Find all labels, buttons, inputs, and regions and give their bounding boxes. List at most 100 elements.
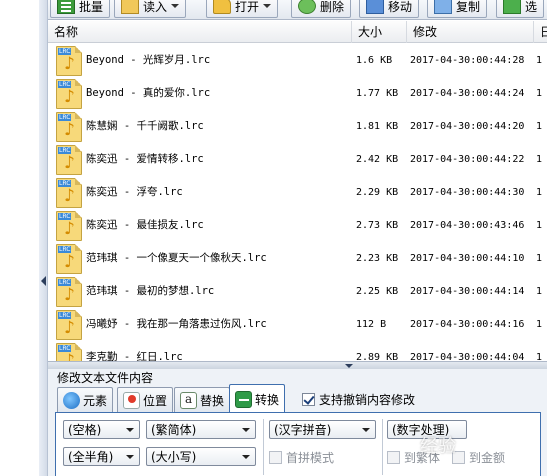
- file-name: 范玮琪 - 一个像夏天一个像秋天.lrc: [86, 252, 267, 264]
- file-name: 陈慧娴 - 千千阙歌.lrc: [86, 120, 204, 132]
- chevron-down-icon: [242, 454, 250, 459]
- panel-splitter[interactable]: [48, 361, 547, 369]
- tab-position[interactable]: 位置: [117, 387, 174, 412]
- panel-title: 修改文本文件内容: [57, 371, 154, 385]
- file-size: 112 B: [356, 319, 387, 330]
- file-name: Beyond - 真的爱你.lrc: [86, 87, 211, 99]
- file-modified: 2017-04-30:00:44:04: [410, 352, 525, 361]
- file-size: 1.77 KB: [356, 88, 399, 99]
- copy-button[interactable]: 复制: [427, 0, 488, 18]
- file-list[interactable]: 名称 大小 修改 日 LRC ♪ Beyond - 光辉岁月.lrc 1.6 KB…: [48, 21, 547, 361]
- pinyin-initial-checkbox[interactable]: [269, 451, 282, 464]
- recycle-icon: [298, 0, 316, 14]
- file-size: 2.23 KB: [356, 253, 399, 264]
- chevron-down-icon: [126, 454, 134, 459]
- file-name: 冯曦妤 - 我在那一角落患过伤风.lrc: [86, 318, 267, 330]
- copy-label: 复制: [456, 0, 481, 14]
- file-modified: 2017-04-30:00:44:28: [410, 55, 525, 66]
- open-label: 打开: [235, 0, 260, 14]
- toolbar: 批量 读入 打开 删除 移动 复制 选: [48, 0, 547, 20]
- tab-label: 元素: [83, 393, 108, 408]
- music-note-icon: ♪: [64, 153, 75, 173]
- music-note-icon: ♪: [64, 120, 75, 140]
- column-header-name[interactable]: 名称: [48, 21, 352, 43]
- collapse-left-arrow-icon[interactable]: [41, 276, 46, 286]
- file-size: 1.81 KB: [356, 121, 399, 132]
- table-row[interactable]: LRC ♪ 陈奕迅 - 爱情转移.lrc 2.42 KB 2017-04-30:0…: [48, 143, 547, 176]
- move-label: 移动: [388, 0, 413, 14]
- file-modified: 2017-04-30:00:44:30: [410, 187, 525, 198]
- support-undo-checkbox[interactable]: [302, 393, 315, 406]
- file-size: 2.73 KB: [356, 220, 399, 231]
- file-rows: LRC ♪ Beyond - 光辉岁月.lrc 1.6 KB 2017-04-30…: [48, 44, 547, 361]
- move-button[interactable]: 移动: [359, 0, 420, 18]
- pinyin-initial-option[interactable]: 首拼模式: [269, 449, 334, 466]
- delete-button[interactable]: 删除: [291, 0, 352, 18]
- watermark: 经验: [420, 436, 456, 457]
- file-size: 2.89 KB: [356, 352, 399, 361]
- file-size: 2.29 KB: [356, 187, 399, 198]
- table-row[interactable]: LRC ♪ 陈慧娴 - 千千阙歌.lrc 1.81 KB 2017-04-30:0…: [48, 110, 547, 143]
- table-row[interactable]: LRC ♪ 李克勤 - 红日.lrc 2.89 KB 2017-04-30:00:…: [48, 341, 547, 361]
- list-icon: [57, 0, 75, 14]
- convert-icon: [235, 390, 252, 408]
- tab-label: 位置: [143, 393, 168, 408]
- tab-replace[interactable]: 替换: [174, 387, 231, 412]
- side-collapse-handle[interactable]: [39, 0, 48, 476]
- pinyin-dropdown[interactable]: (汉字拼音): [269, 420, 376, 439]
- globe-icon: [63, 391, 80, 409]
- lrc-file-icon: LRC ♪: [56, 79, 82, 109]
- lrc-file-icon: LRC ♪: [56, 178, 82, 208]
- case-dropdown-value: (大小写): [151, 450, 197, 464]
- file-size: 2.25 KB: [356, 286, 399, 297]
- fullhalf-dropdown[interactable]: (全半角): [63, 447, 140, 466]
- import-button[interactable]: 读入: [114, 0, 187, 18]
- column-header-size[interactable]: 大小: [352, 21, 407, 43]
- select-button[interactable]: 选: [496, 0, 545, 18]
- chevron-down-icon: [126, 427, 134, 432]
- file-attr: 1: [536, 253, 543, 264]
- to-traditional-checkbox[interactable]: [387, 451, 400, 464]
- column-header-attr[interactable]: 日: [534, 21, 547, 43]
- file-size: 2.42 KB: [356, 154, 399, 165]
- table-row[interactable]: LRC ♪ 范玮琪 - 一个像夏天一个像秋天.lrc 2.23 KB 2017-0…: [48, 242, 547, 275]
- file-name: 范玮琪 - 最初的梦想.lrc: [86, 285, 215, 297]
- table-row[interactable]: LRC ♪ 范玮琪 - 最初的梦想.lrc 2.25 KB 2017-04-30:…: [48, 275, 547, 308]
- file-attr: 1: [536, 286, 543, 297]
- support-undo-option[interactable]: 支持撤销内容修改: [302, 391, 415, 408]
- file-attr: 1: [536, 187, 543, 198]
- simp-trad-dropdown[interactable]: (繁简体): [146, 420, 256, 439]
- lrc-file-icon: LRC ♪: [56, 343, 82, 361]
- to-amount-label: 到金额: [469, 451, 506, 465]
- chevron-down-icon: [263, 4, 272, 8]
- lrc-file-icon: LRC ♪: [56, 112, 82, 142]
- open-button[interactable]: 打开: [206, 0, 279, 18]
- list-header: 名称 大小 修改 日: [48, 21, 547, 43]
- table-row[interactable]: LRC ♪ Beyond - 真的爱你.lrc 1.77 KB 2017-04-3…: [48, 77, 547, 110]
- pinyin-initial-label: 首拼模式: [286, 451, 335, 465]
- collapse-down-arrow-icon[interactable]: [345, 364, 353, 368]
- convert-tab-body: (空格) (繁简体) (汉字拼音) (数字处理) (全半角) (大小写) 首拼模…: [55, 412, 541, 476]
- to-amount-option[interactable]: 到金额: [452, 449, 505, 466]
- support-undo-label: 支持撤销内容修改: [319, 393, 416, 407]
- table-row[interactable]: LRC ♪ Beyond - 光辉岁月.lrc 1.6 KB 2017-04-30…: [48, 44, 547, 77]
- file-name: 陈奕迅 - 浮夸.lrc: [86, 186, 183, 198]
- space-dropdown[interactable]: (空格): [63, 420, 140, 439]
- column-header-modified[interactable]: 修改: [407, 21, 534, 43]
- tab-element[interactable]: 元素: [57, 387, 114, 412]
- file-modified: 2017-04-30:00:44:14: [410, 286, 525, 297]
- file-attr: 1: [536, 55, 543, 66]
- case-dropdown[interactable]: (大小写): [146, 447, 256, 466]
- table-row[interactable]: LRC ♪ 陈奕迅 - 浮夸.lrc 2.29 KB 2017-04-30:00:…: [48, 176, 547, 209]
- table-row[interactable]: LRC ♪ 冯曦妤 - 我在那一角落患过伤风.lrc 112 B 2017-04-…: [48, 308, 547, 341]
- batch-button[interactable]: 批量: [50, 0, 111, 18]
- table-row[interactable]: LRC ♪ 陈奕迅 - 最佳损友.lrc 2.73 KB 2017-04-30:0…: [48, 209, 547, 242]
- move-icon: [366, 0, 384, 14]
- music-note-icon: ♪: [64, 351, 75, 361]
- chevron-down-icon: [171, 4, 180, 8]
- pinyin-dropdown-value: (汉字拼音): [274, 423, 332, 437]
- folder-icon: [213, 0, 231, 14]
- divider: [263, 419, 264, 475]
- tab-convert[interactable]: 转换: [229, 384, 286, 413]
- lrc-file-icon: LRC ♪: [56, 211, 82, 241]
